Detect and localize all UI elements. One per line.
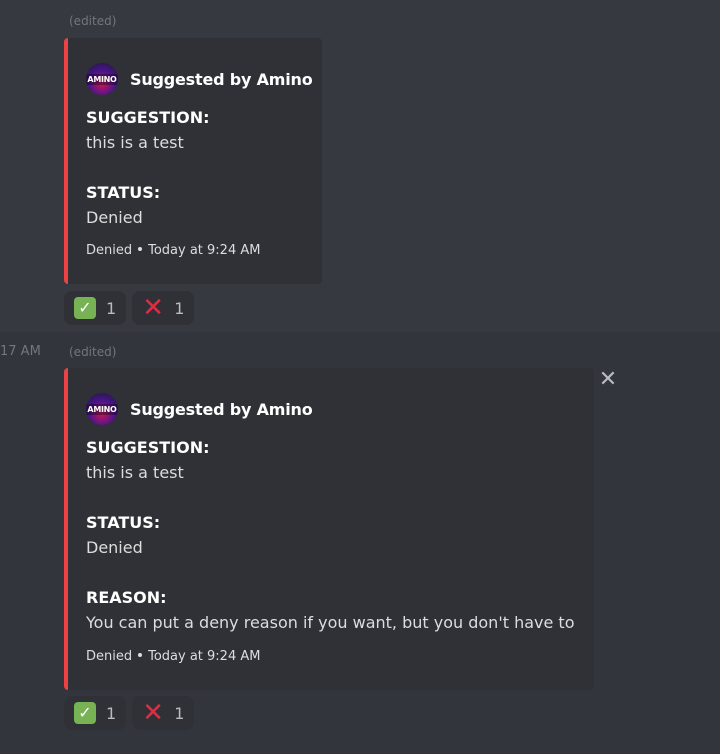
field-name: REASON: xyxy=(86,588,167,607)
avatar-logo-text: AMINO xyxy=(86,403,118,415)
footer-separator-dot xyxy=(138,653,143,657)
suggestion-embed: AMINO Suggested by Amino SUGGESTION: thi… xyxy=(64,368,594,690)
embed-author: AMINO Suggested by Amino xyxy=(86,393,313,425)
message-timestamp[interactable]: 17 AM xyxy=(0,344,41,359)
field-value: this is a test xyxy=(86,463,184,482)
field-suggestion: SUGGESTION: this is a test xyxy=(86,108,210,153)
field-name: STATUS: xyxy=(86,183,161,202)
field-status: STATUS: Denied xyxy=(86,513,160,558)
suggestion-embed: AMINO Suggested by Amino SUGGESTION: thi… xyxy=(64,38,322,284)
field-name: SUGGESTION: xyxy=(86,438,210,457)
reactions: ✓ 1 ✕ 1 xyxy=(64,291,195,325)
embed-author: AMINO Suggested by Amino xyxy=(86,63,313,95)
author-name[interactable]: Suggested by Amino xyxy=(130,70,313,89)
footer-timestamp: Today at 9:24 AM xyxy=(148,649,261,664)
reactions: ✓ 1 ✕ 1 xyxy=(64,696,195,730)
reaction-check[interactable]: ✓ 1 xyxy=(64,291,127,325)
reaction-count: 1 xyxy=(174,703,185,723)
author-avatar[interactable]: AMINO xyxy=(86,63,118,95)
edited-label: (edited) xyxy=(69,345,117,359)
footer-separator-dot xyxy=(138,247,143,251)
reaction-count: 1 xyxy=(174,298,185,318)
embed-footer: Denied Today at 9:24 AM xyxy=(86,649,260,664)
check-mark-emoji-icon: ✓ xyxy=(74,702,96,724)
reaction-cross[interactable]: ✕ 1 xyxy=(132,291,195,325)
check-mark-emoji-icon: ✓ xyxy=(74,297,96,319)
footer-timestamp: Today at 9:24 AM xyxy=(148,243,261,258)
embed-footer: Denied Today at 9:24 AM xyxy=(86,243,260,258)
field-value: You can put a deny reason if you want, b… xyxy=(86,613,575,632)
author-name[interactable]: Suggested by Amino xyxy=(130,400,313,419)
field-value: Denied xyxy=(86,208,143,227)
field-reason: REASON: You can put a deny reason if you… xyxy=(86,588,574,633)
edited-label: (edited) xyxy=(69,14,117,28)
reaction-cross[interactable]: ✕ 1 xyxy=(132,696,195,730)
field-suggestion: SUGGESTION: this is a test xyxy=(86,438,210,483)
author-avatar[interactable]: AMINO xyxy=(86,393,118,425)
field-value: Denied xyxy=(86,538,143,557)
cross-mark-emoji-icon: ✕ xyxy=(142,293,165,323)
message: (edited) AMINO Suggested by Amino SUGGES… xyxy=(0,0,720,332)
cross-mark-emoji-icon: ✕ xyxy=(142,698,165,728)
message-hovered: 17 AM (edited) AMINO Suggested by Amino … xyxy=(0,332,720,754)
reaction-count: 1 xyxy=(106,703,117,723)
field-value: this is a test xyxy=(86,133,184,152)
avatar-logo-text: AMINO xyxy=(86,73,118,85)
reaction-check[interactable]: ✓ 1 xyxy=(64,696,127,730)
footer-text: Denied xyxy=(86,243,133,258)
reaction-count: 1 xyxy=(106,298,117,318)
footer-text: Denied xyxy=(86,649,133,664)
field-status: STATUS: Denied xyxy=(86,183,160,228)
field-name: STATUS: xyxy=(86,513,161,532)
field-name: SUGGESTION: xyxy=(86,108,210,127)
close-icon[interactable]: ✕ xyxy=(598,369,618,391)
